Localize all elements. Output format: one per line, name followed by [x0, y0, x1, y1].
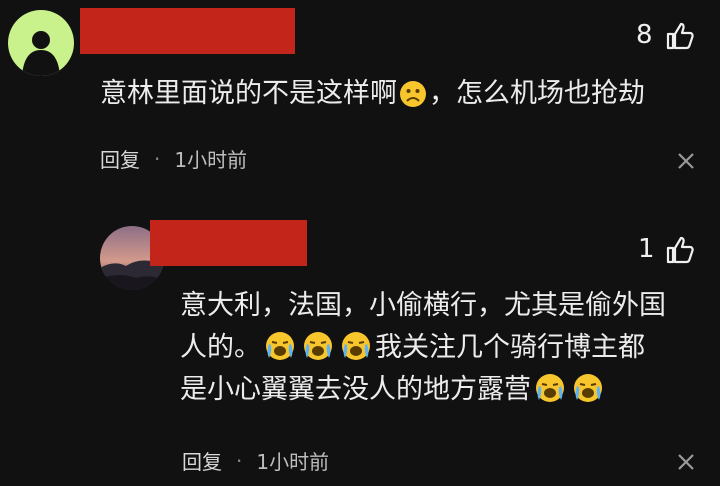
- timestamp: 1小时前: [174, 148, 248, 172]
- reply-text-line2-b: 我关注几个骑行博主都: [375, 332, 645, 363]
- avatar-silhouette: [22, 31, 60, 76]
- reply-text-line3: 是小心翼翼去没人的地方露营: [180, 369, 607, 417]
- crying-emoji: [571, 372, 605, 417]
- reply-text-line1: 意大利，法国，小偷横行，尤其是偷外国: [180, 290, 666, 321]
- thumbs-up-icon[interactable]: [664, 20, 696, 56]
- reply-text-line2-a: 人的。: [180, 332, 261, 363]
- reply-text-line3-a: 是小心翼翼去没人的地方露营: [180, 374, 531, 405]
- comment-meta: 回复 · 1小时前: [100, 144, 247, 173]
- comment-text: 意林里面说的不是这样啊 ，怎么机场也抢劫: [100, 73, 645, 121]
- redacted-username: [80, 8, 295, 54]
- avatar[interactable]: [8, 10, 74, 76]
- reply-meta: 回复 · 1小时前: [182, 446, 329, 475]
- timestamp: 1小时前: [256, 450, 330, 474]
- thumbs-up-icon[interactable]: [664, 234, 696, 270]
- reply-button[interactable]: 回复: [182, 446, 222, 475]
- crying-emoji: [533, 372, 567, 417]
- close-icon[interactable]: [676, 151, 696, 175]
- separator-dot: ·: [154, 146, 161, 171]
- like-count: 8: [636, 20, 653, 50]
- comment-text-part1: 意林里面说的不是这样啊: [100, 78, 397, 109]
- separator-dot: ·: [236, 448, 243, 473]
- reply-button[interactable]: 回复: [100, 144, 140, 173]
- like-count: 1: [638, 234, 655, 264]
- frowning-emoji: [399, 79, 427, 121]
- redacted-username: [150, 220, 307, 266]
- comment-text-part2: ，怎么机场也抢劫: [429, 78, 645, 109]
- close-icon[interactable]: [676, 452, 696, 476]
- reply-text-line2: 人的。 我关注几个骑行博主都: [180, 327, 645, 375]
